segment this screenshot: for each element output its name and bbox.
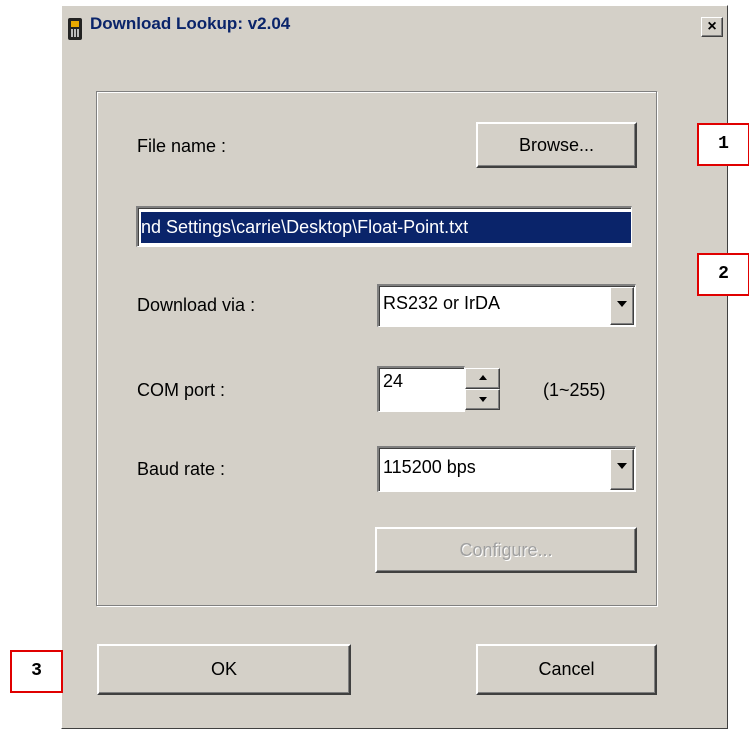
com-port-range: (1~255) — [543, 380, 606, 400]
download-via-label: Download via : — [137, 295, 256, 315]
cancel-button[interactable]: Cancel — [476, 644, 657, 695]
callout-2: 2 — [697, 253, 749, 296]
browse-button[interactable]: Browse... — [476, 122, 637, 168]
close-button[interactable]: × — [701, 17, 723, 37]
com-port-value: 24 — [383, 371, 404, 391]
com-port-label: COM port : — [137, 380, 226, 400]
ok-button[interactable]: OK — [97, 644, 351, 695]
baud-rate-select[interactable]: 115200 bps — [377, 446, 636, 492]
download-via-select[interactable]: RS232 or IrDA — [377, 284, 636, 327]
title-bar[interactable]: Download Lookup: v2.04 × — [64, 8, 725, 48]
com-port-spinner[interactable] — [465, 368, 500, 411]
dialog-title: Download Lookup: v2.04 — [90, 14, 291, 33]
spin-up-arrow-icon[interactable] — [465, 368, 500, 389]
close-icon: × — [707, 18, 717, 35]
callout-3: 3 — [10, 650, 63, 693]
download-via-dropdown-arrow[interactable] — [610, 287, 634, 325]
baud-rate-dropdown-arrow[interactable] — [610, 449, 634, 490]
spin-down-arrow-icon[interactable] — [465, 389, 500, 410]
download-via-value: RS232 or IrDA — [383, 293, 501, 313]
file-name-label: File name : — [137, 136, 227, 156]
configure-button[interactable]: Configure... — [375, 527, 637, 573]
baud-rate-value: 115200 bps — [383, 457, 476, 477]
callout-1: 1 — [697, 123, 749, 166]
file-path-text: nd Settings\carrie\Desktop\Float-Point.t… — [141, 212, 631, 243]
file-path-field[interactable]: nd Settings\carrie\Desktop\Float-Point.t… — [136, 206, 632, 247]
com-port-input[interactable]: 24 — [377, 366, 465, 412]
baud-rate-label: Baud rate : — [137, 459, 226, 479]
handheld-terminal-icon — [68, 18, 82, 40]
